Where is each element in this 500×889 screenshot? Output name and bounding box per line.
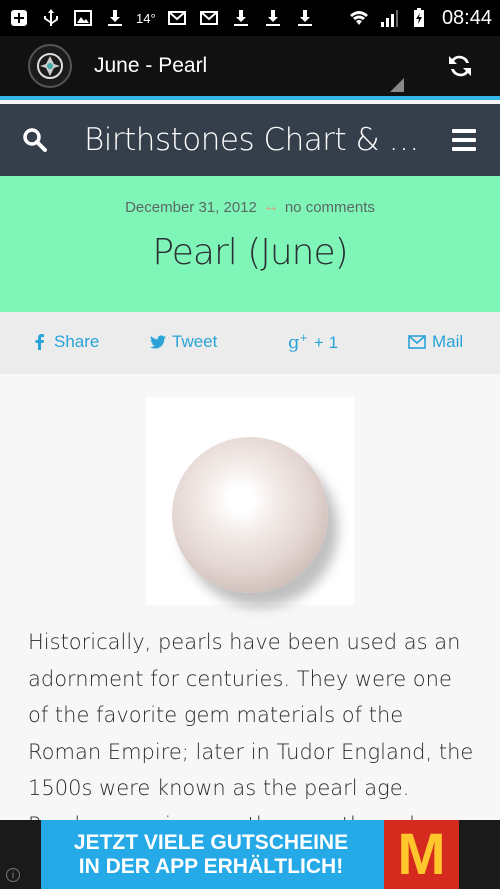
post-title: Pearl (June)	[152, 232, 348, 273]
mail-icon	[408, 335, 426, 349]
download-icon-2	[230, 7, 252, 29]
pearl-illustration	[172, 437, 328, 593]
post-meta: December 31, 2012 ↔ no comments	[0, 198, 500, 216]
gplus-share-label: + 1	[313, 332, 339, 352]
twitter-icon	[150, 335, 166, 349]
share-bar: Share Tweet g+ + 1 Mail	[0, 312, 500, 374]
mail-share-button[interactable]: Mail	[408, 332, 463, 352]
comments-link[interactable]: no comments	[285, 199, 375, 216]
temperature: 14°	[136, 10, 156, 26]
post-content: Historically, pearls have been used as a…	[0, 374, 500, 820]
download-icon-3	[262, 7, 284, 29]
arrow-icon: ↔	[262, 198, 279, 215]
email-icon	[166, 7, 188, 29]
download-icon-4	[294, 7, 316, 29]
facebook-share-button[interactable]: Share	[32, 332, 99, 352]
site-title[interactable]: Birthstones Chart & Me...	[84, 122, 424, 158]
site-header: Birthstones Chart & Me...	[0, 104, 500, 176]
app-toolbar: June - Pearl	[0, 36, 500, 100]
ad-logo-letter: M	[397, 821, 446, 887]
facebook-icon	[35, 334, 44, 350]
clock: 08:44	[441, 6, 492, 29]
usb-icon	[40, 7, 62, 29]
ad-line-2: IN DER APP ERHÄLTLICH!	[78, 854, 344, 878]
email-icon-2	[198, 7, 220, 29]
battery-charging-icon	[408, 7, 430, 29]
wifi-icon	[348, 7, 370, 29]
mail-share-label: Mail	[432, 332, 464, 351]
add-notification-icon	[8, 7, 30, 29]
ad-banner[interactable]: i JETZT VIELE GUTSCHEINE IN DER APP ERHÄ…	[0, 820, 500, 889]
pearl-image[interactable]	[146, 397, 354, 605]
gplus-share-button[interactable]: g+ + 1	[288, 332, 338, 353]
google-plus-icon: g+	[288, 332, 308, 353]
post-header: December 31, 2012 ↔ no comments Pearl (J…	[0, 176, 500, 312]
ad-creative[interactable]: JETZT VIELE GUTSCHEINE IN DER APP ERHÄLT…	[41, 820, 459, 889]
facebook-share-label: Share	[54, 332, 100, 351]
download-icon	[104, 7, 126, 29]
menu-icon[interactable]	[452, 129, 476, 151]
image-icon	[72, 7, 94, 29]
signal-icon	[378, 7, 400, 29]
twitter-share-label: Tweet	[172, 332, 218, 351]
article-text: Historically, pearls have been used as a…	[28, 630, 474, 820]
app-title-dropdown[interactable]: June - Pearl	[94, 54, 438, 78]
ad-info-icon[interactable]: i	[6, 868, 20, 882]
refresh-icon[interactable]	[438, 44, 482, 88]
search-icon[interactable]	[22, 127, 52, 153]
ad-line-1: JETZT VIELE GUTSCHEINE	[73, 830, 349, 854]
status-bar: 14° 08:44	[0, 0, 500, 36]
mcdonalds-logo-icon: M	[384, 820, 459, 889]
ad-text: JETZT VIELE GUTSCHEINE IN DER APP ERHÄLT…	[41, 831, 381, 879]
dropdown-indicator-icon	[390, 78, 404, 92]
app-logo-icon[interactable]	[28, 44, 72, 88]
post-date: December 31, 2012	[125, 198, 257, 216]
twitter-share-button[interactable]: Tweet	[150, 332, 217, 352]
